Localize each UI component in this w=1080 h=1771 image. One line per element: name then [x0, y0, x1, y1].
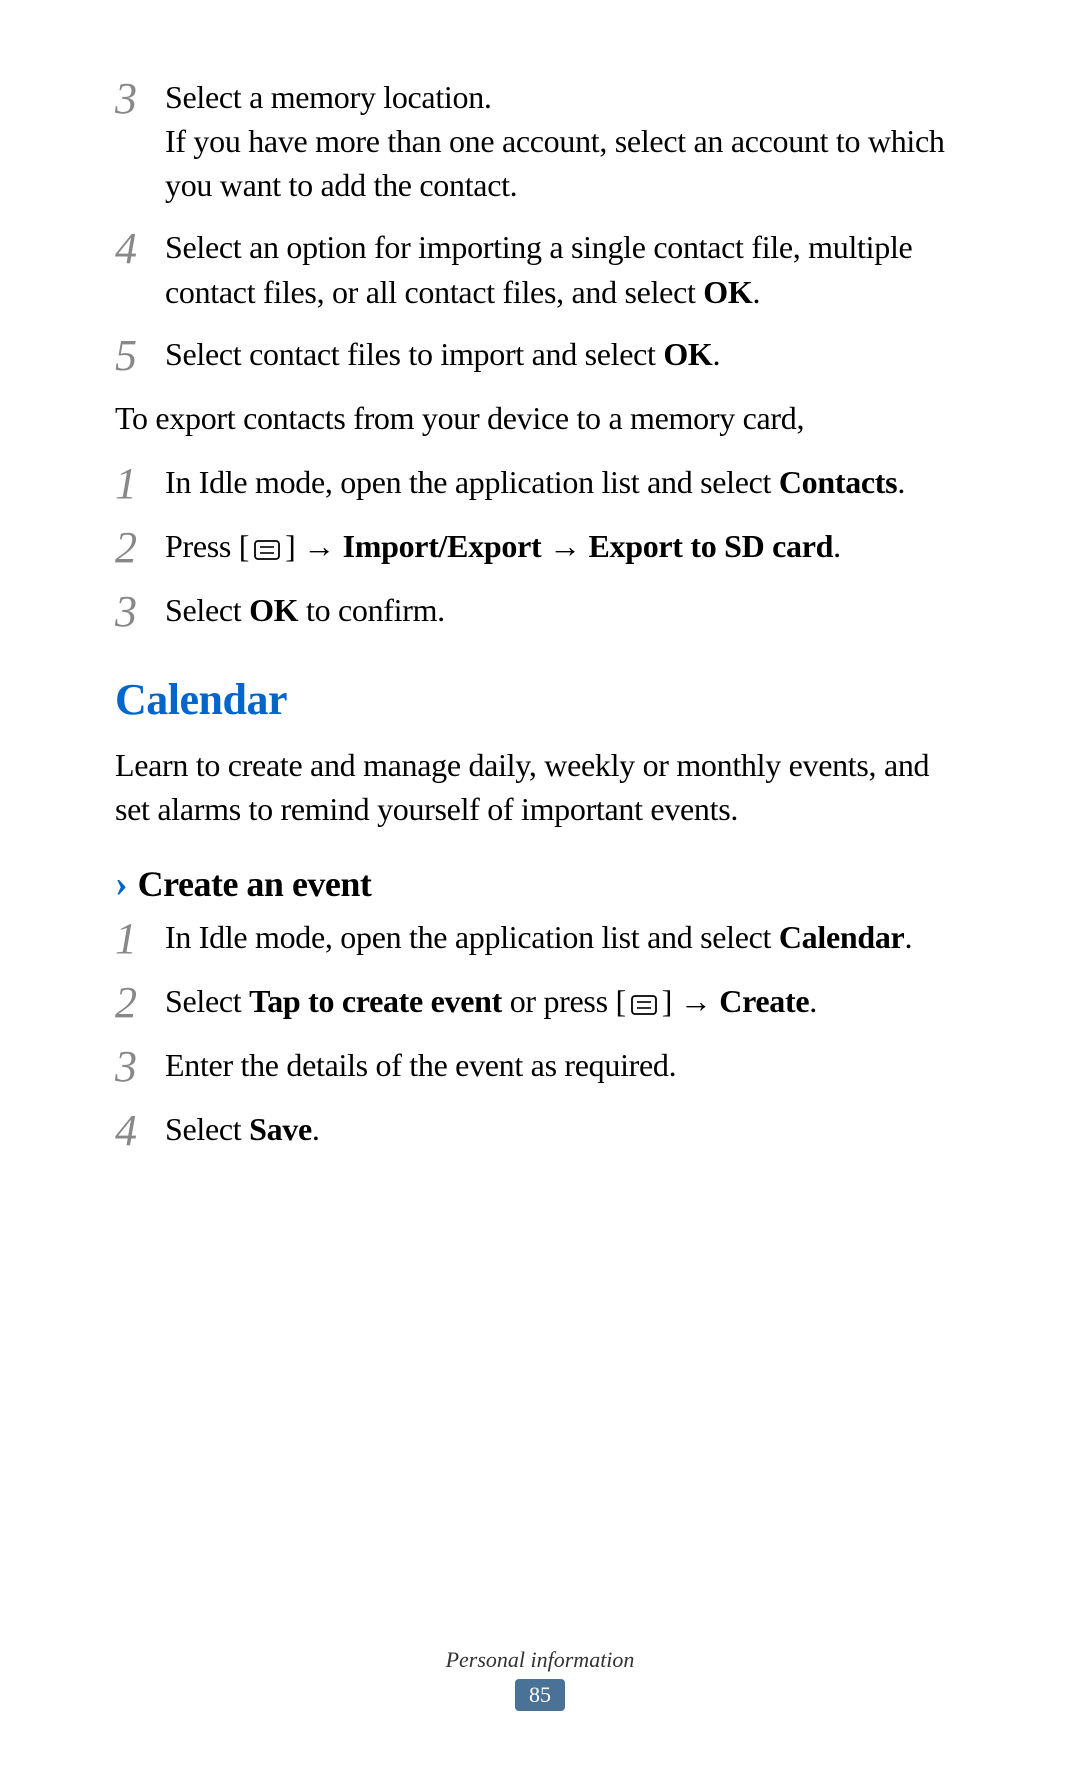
arrow-icon: → [549, 528, 581, 564]
text: . [897, 464, 905, 500]
bold-text: Contacts [779, 464, 897, 500]
step-number: 2 [115, 979, 165, 1025]
text: ] [285, 528, 303, 564]
step-text: Select Tap to create event or press [] →… [165, 979, 965, 1023]
text: Select [165, 983, 249, 1019]
step-number: 3 [115, 588, 165, 634]
text: In Idle mode, open the application list … [165, 464, 779, 500]
text: If you have more than one account, selec… [165, 123, 945, 203]
step-text: Select an option for importing a single … [165, 225, 965, 313]
text: or press [ [502, 983, 626, 1019]
menu-icon [628, 994, 660, 1016]
step-text: Enter the details of the event as requir… [165, 1043, 965, 1087]
text: . [713, 336, 721, 372]
step-number: 2 [115, 524, 165, 570]
step-item: 2 Select Tap to create event or press []… [115, 979, 965, 1025]
bold-text: Tap to create event [249, 983, 502, 1019]
section-title-calendar: Calendar [115, 674, 965, 725]
step-text: In Idle mode, open the application list … [165, 460, 965, 504]
step-number: 5 [115, 332, 165, 378]
step-text: Select Save. [165, 1107, 965, 1151]
step-number: 1 [115, 915, 165, 961]
text: Select an option for importing a single … [165, 229, 912, 309]
step-text: Select a memory location. If you have mo… [165, 75, 965, 207]
text: In Idle mode, open the application list … [165, 919, 779, 955]
step-text: In Idle mode, open the application list … [165, 915, 965, 959]
arrow-icon: → [303, 528, 335, 564]
step-item: 3 Select OK to confirm. [115, 588, 965, 634]
step-number: 3 [115, 75, 165, 121]
step-number: 4 [115, 1107, 165, 1153]
chevron-right-icon: › [115, 865, 128, 903]
bold-text: Export to SD card [581, 528, 833, 564]
bold-text: Save [249, 1111, 312, 1147]
step-number: 4 [115, 225, 165, 271]
text: . [752, 274, 760, 310]
text: Select [165, 1111, 249, 1147]
text: Select [165, 592, 249, 628]
step-item: 4 Select an option for importing a singl… [115, 225, 965, 313]
text: Press [ [165, 528, 249, 564]
subsection-title: Create an event [138, 863, 372, 905]
text: . [312, 1111, 320, 1147]
page-number-badge: 85 [515, 1679, 565, 1711]
text: Select a memory location. [165, 79, 492, 115]
step-item: 4 Select Save. [115, 1107, 965, 1153]
paragraph: Learn to create and manage daily, weekly… [115, 743, 965, 831]
text: Select contact files to import and selec… [165, 336, 663, 372]
step-item: 3 Select a memory location. If you have … [115, 75, 965, 207]
text: . [809, 983, 817, 1019]
step-item: 5 Select contact files to import and sel… [115, 332, 965, 378]
page-footer: Personal information 85 [0, 1647, 1080, 1711]
step-item: 3 Enter the details of the event as requ… [115, 1043, 965, 1089]
text: . [904, 919, 912, 955]
menu-icon [251, 539, 283, 561]
step-number: 3 [115, 1043, 165, 1089]
bold-text: Create [712, 983, 810, 1019]
footer-section-label: Personal information [0, 1647, 1080, 1673]
step-text: Select OK to confirm. [165, 588, 965, 632]
step-item: 1 In Idle mode, open the application lis… [115, 915, 965, 961]
bold-text: Calendar [779, 919, 905, 955]
bold-text: OK [663, 336, 712, 372]
step-text: Press [] → Import/Export → Export to SD … [165, 524, 965, 568]
bold-text: OK [703, 274, 752, 310]
text: ] [662, 983, 680, 1019]
subsection-header: › Create an event [115, 863, 965, 905]
step-item: 1 In Idle mode, open the application lis… [115, 460, 965, 506]
step-text: Select contact files to import and selec… [165, 332, 965, 376]
arrow-icon: → [680, 983, 712, 1019]
text: to confirm. [298, 592, 445, 628]
step-number: 1 [115, 460, 165, 506]
step-item: 2 Press [] → Import/Export → Export to S… [115, 524, 965, 570]
bold-text: Import/Export [335, 528, 549, 564]
bold-text: OK [249, 592, 298, 628]
paragraph: To export contacts from your device to a… [115, 396, 965, 440]
text: . [833, 528, 841, 564]
